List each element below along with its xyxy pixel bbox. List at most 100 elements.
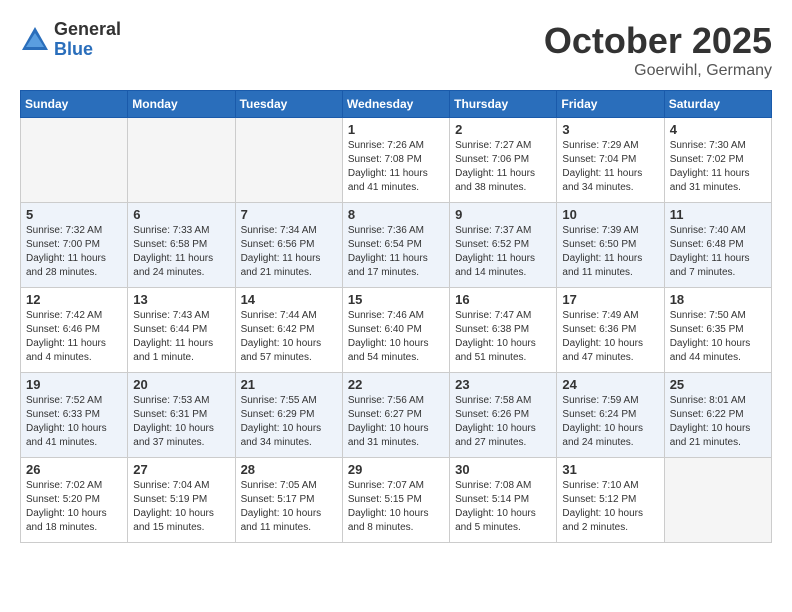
day-number: 25 (670, 377, 766, 392)
day-number: 21 (241, 377, 337, 392)
day-number: 20 (133, 377, 229, 392)
day-number: 3 (562, 122, 658, 137)
logo-icon (20, 25, 50, 55)
logo-text: General Blue (54, 20, 121, 60)
calendar-cell: 12 Sunrise: 7:42 AM Sunset: 6:46 PM Dayli… (21, 288, 128, 373)
day-info: Sunrise: 7:44 AM Sunset: 6:42 PM Dayligh… (241, 309, 337, 365)
calendar-cell: 29 Sunrise: 7:07 AM Sunset: 5:15 PM Dayli… (342, 458, 449, 543)
day-info: Sunrise: 7:37 AM Sunset: 6:52 PM Dayligh… (455, 224, 551, 280)
day-info: Sunrise: 7:05 AM Sunset: 5:17 PM Dayligh… (241, 479, 337, 535)
day-info: Sunrise: 7:55 AM Sunset: 6:29 PM Dayligh… (241, 394, 337, 450)
day-info: Sunrise: 7:33 AM Sunset: 6:58 PM Dayligh… (133, 224, 229, 280)
weekday-header: Sunday (21, 91, 128, 118)
day-info: Sunrise: 7:36 AM Sunset: 6:54 PM Dayligh… (348, 224, 444, 280)
day-number: 17 (562, 292, 658, 307)
day-number: 2 (455, 122, 551, 137)
calendar-cell: 8 Sunrise: 7:36 AM Sunset: 6:54 PM Daylig… (342, 203, 449, 288)
day-number: 13 (133, 292, 229, 307)
day-number: 15 (348, 292, 444, 307)
month-title: October 2025 (544, 20, 772, 62)
weekday-header-row: SundayMondayTuesdayWednesdayThursdayFrid… (21, 91, 772, 118)
calendar-cell: 21 Sunrise: 7:55 AM Sunset: 6:29 PM Dayli… (235, 373, 342, 458)
day-info: Sunrise: 7:47 AM Sunset: 6:38 PM Dayligh… (455, 309, 551, 365)
calendar-cell: 28 Sunrise: 7:05 AM Sunset: 5:17 PM Dayli… (235, 458, 342, 543)
day-info: Sunrise: 7:59 AM Sunset: 6:24 PM Dayligh… (562, 394, 658, 450)
day-number: 18 (670, 292, 766, 307)
calendar-cell: 23Sunrise: 7:58 AM Sunset: 6:26 PM Dayli… (450, 373, 557, 458)
day-info: Sunrise: 7:50 AM Sunset: 6:35 PM Dayligh… (670, 309, 766, 365)
calendar-week-row: 1 Sunrise: 7:26 AM Sunset: 7:08 PM Daylig… (21, 118, 772, 203)
day-info: Sunrise: 7:02 AM Sunset: 5:20 PM Dayligh… (26, 479, 122, 535)
calendar-cell: 5 Sunrise: 7:32 AM Sunset: 7:00 PM Daylig… (21, 203, 128, 288)
day-number: 27 (133, 462, 229, 477)
weekday-header: Wednesday (342, 91, 449, 118)
weekday-header: Thursday (450, 91, 557, 118)
calendar-cell: 25 Sunrise: 8:01 AM Sunset: 6:22 PM Dayli… (664, 373, 771, 458)
calendar-cell: 22Sunrise: 7:56 AM Sunset: 6:27 PM Dayli… (342, 373, 449, 458)
calendar-cell: 31Sunrise: 7:10 AM Sunset: 5:12 PM Dayli… (557, 458, 664, 543)
calendar-cell: 18 Sunrise: 7:50 AM Sunset: 6:35 PM Dayli… (664, 288, 771, 373)
day-info: Sunrise: 7:34 AM Sunset: 6:56 PM Dayligh… (241, 224, 337, 280)
day-info: Sunrise: 8:01 AM Sunset: 6:22 PM Dayligh… (670, 394, 766, 450)
calendar-week-row: 12 Sunrise: 7:42 AM Sunset: 6:46 PM Dayli… (21, 288, 772, 373)
logo: General Blue (20, 20, 121, 60)
calendar-week-row: 26 Sunrise: 7:02 AM Sunset: 5:20 PM Dayli… (21, 458, 772, 543)
day-info: Sunrise: 7:49 AM Sunset: 6:36 PM Dayligh… (562, 309, 658, 365)
day-number: 29 (348, 462, 444, 477)
day-number: 11 (670, 207, 766, 222)
day-info: Sunrise: 7:42 AM Sunset: 6:46 PM Dayligh… (26, 309, 122, 365)
day-info: Sunrise: 7:30 AM Sunset: 7:02 PM Dayligh… (670, 139, 766, 195)
calendar-cell: 11 Sunrise: 7:40 AM Sunset: 6:48 PM Dayli… (664, 203, 771, 288)
calendar-cell: 30 Sunrise: 7:08 AM Sunset: 5:14 PM Dayli… (450, 458, 557, 543)
day-number: 30 (455, 462, 551, 477)
day-number: 12 (26, 292, 122, 307)
day-number: 6 (133, 207, 229, 222)
day-info: Sunrise: 7:29 AM Sunset: 7:04 PM Dayligh… (562, 139, 658, 195)
calendar-cell: 20 Sunrise: 7:53 AM Sunset: 6:31 PM Dayli… (128, 373, 235, 458)
day-number: 1 (348, 122, 444, 137)
day-number: 10 (562, 207, 658, 222)
logo-general: General (54, 20, 121, 40)
day-number: 19 (26, 377, 122, 392)
day-info: Sunrise: 7:10 AM Sunset: 5:12 PM Dayligh… (562, 479, 658, 535)
day-info: Sunrise: 7:40 AM Sunset: 6:48 PM Dayligh… (670, 224, 766, 280)
calendar-cell: 24 Sunrise: 7:59 AM Sunset: 6:24 PM Dayli… (557, 373, 664, 458)
weekday-header: Saturday (664, 91, 771, 118)
calendar-cell: 2 Sunrise: 7:27 AM Sunset: 7:06 PM Daylig… (450, 118, 557, 203)
day-number: 8 (348, 207, 444, 222)
weekday-header: Friday (557, 91, 664, 118)
calendar-cell (664, 458, 771, 543)
day-number: 23 (455, 377, 551, 392)
day-info: Sunrise: 7:46 AM Sunset: 6:40 PM Dayligh… (348, 309, 444, 365)
day-number: 5 (26, 207, 122, 222)
calendar-cell: 27 Sunrise: 7:04 AM Sunset: 5:19 PM Dayli… (128, 458, 235, 543)
calendar-cell: 9Sunrise: 7:37 AM Sunset: 6:52 PM Daylig… (450, 203, 557, 288)
day-number: 16 (455, 292, 551, 307)
calendar-week-row: 5 Sunrise: 7:32 AM Sunset: 7:00 PM Daylig… (21, 203, 772, 288)
calendar-cell: 26 Sunrise: 7:02 AM Sunset: 5:20 PM Dayli… (21, 458, 128, 543)
calendar-cell: 7 Sunrise: 7:34 AM Sunset: 6:56 PM Daylig… (235, 203, 342, 288)
day-number: 26 (26, 462, 122, 477)
calendar-cell: 15 Sunrise: 7:46 AM Sunset: 6:40 PM Dayli… (342, 288, 449, 373)
day-info: Sunrise: 7:27 AM Sunset: 7:06 PM Dayligh… (455, 139, 551, 195)
day-info: Sunrise: 7:26 AM Sunset: 7:08 PM Dayligh… (348, 139, 444, 195)
day-number: 7 (241, 207, 337, 222)
day-number: 24 (562, 377, 658, 392)
calendar-cell: 17 Sunrise: 7:49 AM Sunset: 6:36 PM Dayli… (557, 288, 664, 373)
calendar-cell (128, 118, 235, 203)
day-info: Sunrise: 7:07 AM Sunset: 5:15 PM Dayligh… (348, 479, 444, 535)
calendar-cell: 4Sunrise: 7:30 AM Sunset: 7:02 PM Daylig… (664, 118, 771, 203)
calendar-cell (235, 118, 342, 203)
day-info: Sunrise: 7:08 AM Sunset: 5:14 PM Dayligh… (455, 479, 551, 535)
calendar-cell: 1 Sunrise: 7:26 AM Sunset: 7:08 PM Daylig… (342, 118, 449, 203)
day-info: Sunrise: 7:43 AM Sunset: 6:44 PM Dayligh… (133, 309, 229, 365)
calendar-cell: 14Sunrise: 7:44 AM Sunset: 6:42 PM Dayli… (235, 288, 342, 373)
calendar-table: SundayMondayTuesdayWednesdayThursdayFrid… (20, 90, 772, 543)
day-info: Sunrise: 7:53 AM Sunset: 6:31 PM Dayligh… (133, 394, 229, 450)
day-info: Sunrise: 7:56 AM Sunset: 6:27 PM Dayligh… (348, 394, 444, 450)
calendar-cell: 3 Sunrise: 7:29 AM Sunset: 7:04 PM Daylig… (557, 118, 664, 203)
day-info: Sunrise: 7:04 AM Sunset: 5:19 PM Dayligh… (133, 479, 229, 535)
day-info: Sunrise: 7:32 AM Sunset: 7:00 PM Dayligh… (26, 224, 122, 280)
title-block: October 2025 Goerwihl, Germany (544, 20, 772, 80)
day-number: 28 (241, 462, 337, 477)
